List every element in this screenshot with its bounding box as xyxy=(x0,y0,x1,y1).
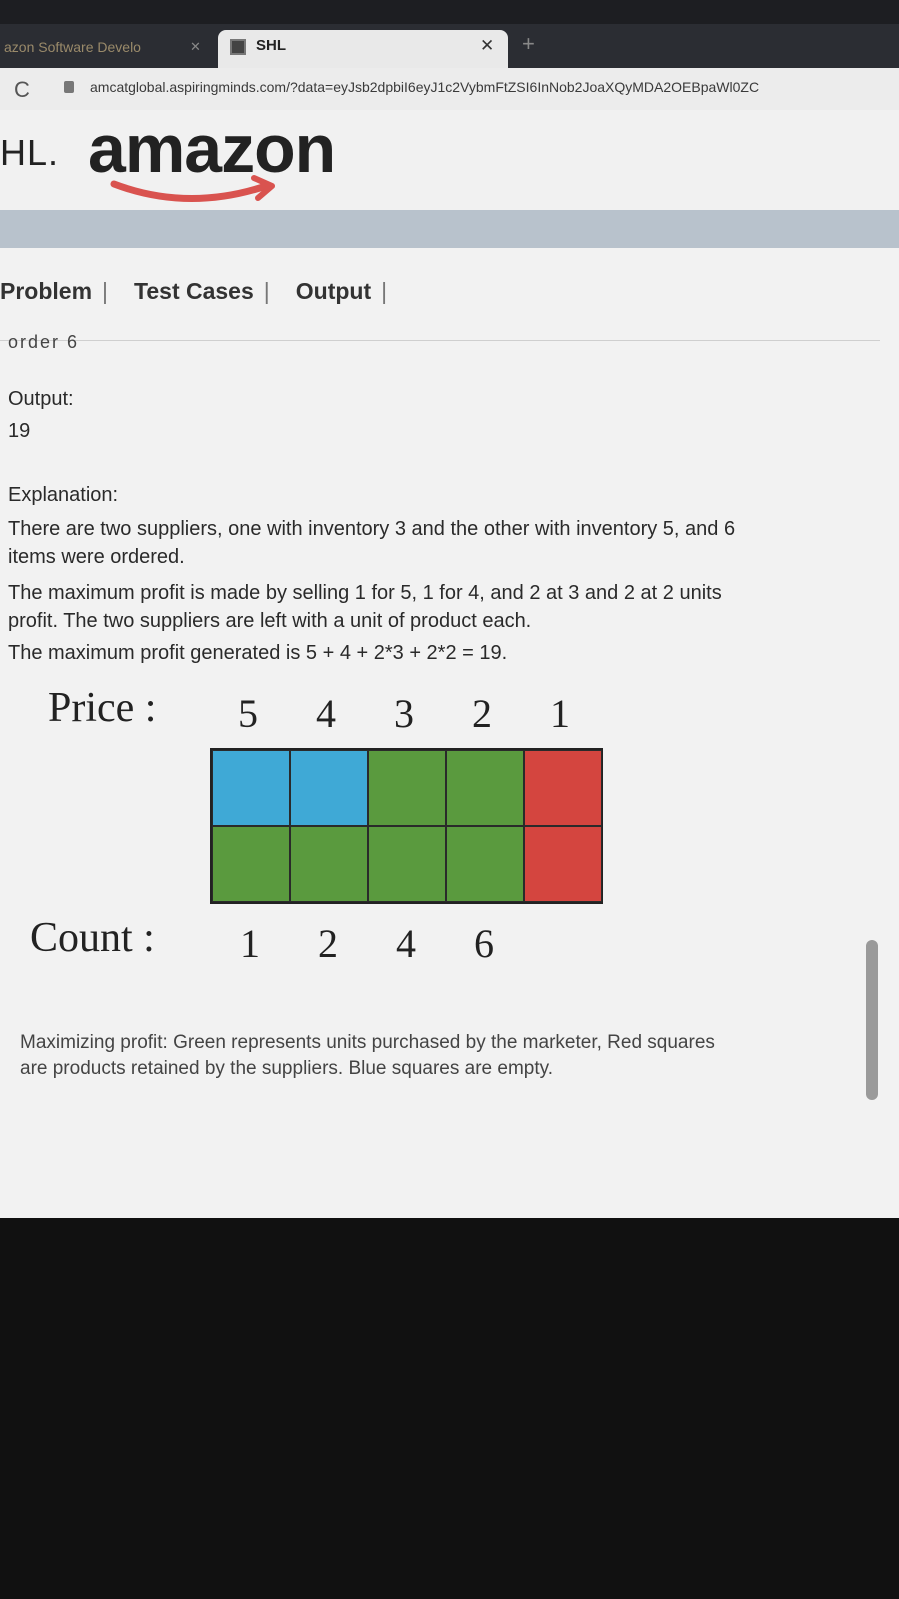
price-value: 4 xyxy=(316,691,336,736)
price-value: 1 xyxy=(550,691,570,736)
tab-separator: | xyxy=(102,278,109,304)
output-label: Output: xyxy=(8,388,74,410)
new-tab-icon[interactable]: + xyxy=(522,31,535,57)
count-value: 2 xyxy=(318,921,338,966)
browser-tab-active[interactable]: SHL ✕ xyxy=(218,30,508,68)
grid-cell-blue xyxy=(212,750,290,826)
header-band xyxy=(0,210,899,248)
grid-cell-green xyxy=(368,826,446,902)
count-label: Count : xyxy=(30,915,155,961)
explanation-line: The maximum profit generated is 5 + 4 + … xyxy=(8,642,508,664)
tab-title-inactive: azon Software Develo xyxy=(4,39,141,55)
window-top-bar xyxy=(0,0,899,24)
favicon-icon xyxy=(230,39,246,55)
address-bar: C amcatglobal.aspiringminds.com/?data=ey… xyxy=(0,68,899,110)
grid-cell-green xyxy=(290,826,368,902)
close-icon[interactable]: ✕ xyxy=(480,36,494,56)
tab-separator: | xyxy=(263,278,270,304)
price-value: 3 xyxy=(394,691,414,736)
figure-caption: Maximizing profit: Green represents unit… xyxy=(20,1032,715,1053)
shl-logo: HL. xyxy=(0,132,60,173)
explanation-line: profit. The two suppliers are left with … xyxy=(8,610,532,632)
output-value: 19 xyxy=(8,420,31,442)
cutoff-text: order 6 xyxy=(8,332,80,352)
close-icon[interactable]: ✕ xyxy=(190,32,201,62)
count-value: 1 xyxy=(240,921,260,966)
inventory-grid xyxy=(210,748,603,904)
browser-tab-inactive[interactable]: azon Software Develo ✕ xyxy=(0,32,210,62)
explanation-line: There are two suppliers, one with invent… xyxy=(8,518,736,540)
explanation-line: The maximum profit is made by selling 1 … xyxy=(8,582,722,604)
figure-caption: are products retained by the suppliers. … xyxy=(20,1058,553,1079)
grid-cell-green xyxy=(446,750,524,826)
tab-test-cases[interactable]: Test Cases xyxy=(134,278,254,305)
reload-icon[interactable]: C xyxy=(14,77,30,103)
amazon-smile-icon xyxy=(110,175,275,202)
price-value: 2 xyxy=(472,691,492,736)
problem-tabs: Problem | Test Cases | Output | xyxy=(0,278,397,305)
tab-title-active: SHL xyxy=(256,37,286,54)
tab-output[interactable]: Output xyxy=(296,278,371,305)
tab-divider xyxy=(0,340,880,341)
explanation-label: Explanation: xyxy=(8,484,119,506)
tab-separator: | xyxy=(381,278,388,304)
amazon-logo: amazon xyxy=(88,110,388,210)
price-label: Price : xyxy=(48,685,157,731)
price-value: 5 xyxy=(238,691,258,736)
lock-icon xyxy=(64,81,74,93)
tab-problem[interactable]: Problem xyxy=(0,278,92,305)
grid-cell-red xyxy=(524,750,602,826)
count-value: 4 xyxy=(396,921,416,966)
url-field[interactable]: amcatglobal.aspiringminds.com/?data=eyJs… xyxy=(90,79,759,95)
site-header: HL. amazon xyxy=(0,110,899,210)
count-value: 6 xyxy=(474,921,494,966)
grid-cell-blue xyxy=(290,750,368,826)
explanation-line: items were ordered. xyxy=(8,546,185,568)
grid-cell-red xyxy=(524,826,602,902)
scrollbar-thumb[interactable] xyxy=(866,940,878,1100)
grid-cell-green xyxy=(212,826,290,902)
grid-cell-green xyxy=(446,826,524,902)
monitor-bezel xyxy=(0,1218,899,1599)
grid-cell-green xyxy=(368,750,446,826)
